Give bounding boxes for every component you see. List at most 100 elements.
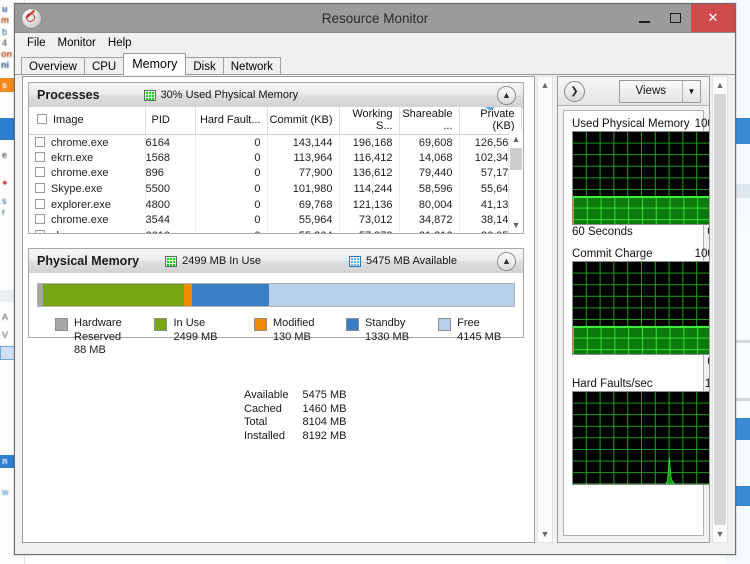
graphs-container: Used Physical Memory100% 60 Seconds 0% Comm… [563, 110, 709, 536]
bg-fragment: w [2, 487, 9, 497]
select-all-checkbox[interactable] [37, 114, 47, 124]
expand-panel-button[interactable]: ❯ [564, 80, 585, 102]
tab-cpu[interactable]: CPU [83, 57, 125, 75]
table-row[interactable]: chrome.exe 6164 0 143,144 196,168 69,608 126,5… [29, 134, 522, 151]
green-graph-icon [143, 89, 156, 101]
tab-network[interactable]: Network [222, 57, 281, 75]
graph-used-physical-memory: Used Physical Memory 100% 60 Seconds 0% [572, 117, 709, 239]
row-checkbox[interactable] [35, 229, 45, 233]
scroll-down-icon[interactable]: ▼ [509, 217, 523, 233]
close-button[interactable]: ✕ [691, 4, 735, 32]
graph-ymax-label: 100% [694, 118, 709, 130]
memory-stat-label: Installed [244, 429, 285, 442]
cell-working-set: 73,012 [339, 212, 400, 229]
cell-image: explorer.exe [29, 196, 146, 213]
minimize-button[interactable] [629, 4, 660, 32]
memory-usage-bar [37, 283, 515, 307]
cell-commit: 143,144 [267, 134, 340, 151]
scroll-thumb[interactable] [510, 148, 522, 170]
cell-hard-faults: 0 [195, 228, 268, 233]
column-header-image[interactable]: Image [29, 107, 146, 135]
cell-pid: 3544 [145, 212, 196, 229]
tab-overview[interactable]: Overview [21, 57, 85, 75]
memory-statistics: Available 5475 MB Cached 1460 MB Total 8104 M… [244, 389, 346, 443]
legend-swatch [154, 318, 168, 331]
bg-fragment: V [2, 330, 9, 340]
maximize-button[interactable] [660, 4, 691, 32]
scroll-up-icon[interactable]: ▲ [713, 77, 727, 93]
green-graph-icon [165, 255, 178, 267]
table-row[interactable]: chrome.exe6616055,36457,87221,81636,056 [29, 228, 522, 233]
graph-ymin-label: 0% [707, 225, 709, 239]
memory-in-use-status: 2499 MB In Use [165, 255, 261, 267]
menu-item-monitor[interactable]: Monitor [54, 35, 104, 51]
memory-in-use-text: 2499 MB In Use [182, 255, 262, 267]
legend-swatch [346, 318, 360, 331]
cell-hard-faults: 0 [195, 181, 268, 197]
scroll-down-icon[interactable]: ▼ [713, 526, 727, 542]
column-header-hard-faults[interactable]: Hard Fault... [195, 107, 268, 135]
cell-image: chrome.exe [29, 165, 146, 182]
graph-pane-scrollbar[interactable]: ▲ ▼ [712, 76, 728, 543]
chevron-down-icon[interactable]: ▼ [682, 80, 700, 102]
scroll-up-icon[interactable]: ▲ [509, 131, 523, 147]
memory-stat-value: 1460 MB [302, 402, 347, 415]
processes-memory-status: 30% Used Physical Memory [143, 89, 298, 101]
graph-title: Commit Charge [572, 248, 653, 260]
cell-commit: 113,964 [267, 150, 340, 166]
table-row[interactable]: explorer.exe 4800 0 69,768 121,136 80,004 41,1… [29, 196, 522, 213]
memory-stat-row: Available 5475 MB [244, 389, 346, 403]
processes-title: Processes [37, 88, 100, 102]
table-row[interactable]: chrome.exe 896 0 77,900 136,612 79,440 57,172 [29, 165, 522, 182]
resource-monitor-icon [21, 7, 42, 29]
row-checkbox[interactable] [35, 136, 45, 147]
bg-fragment: s [2, 196, 7, 206]
graph-area-fill [573, 326, 709, 354]
physical-memory-body: Hardware Reserved 88 MB In Use 2499 MB Modifi… [29, 273, 523, 442]
legend-item-hardware-reserved: Hardware Reserved 88 MB [55, 317, 154, 358]
tab-memory[interactable]: Memory [123, 53, 187, 75]
memory-segment-free [269, 284, 514, 306]
graph-top-labels: Commit Charge 100% [572, 247, 709, 261]
processes-table-wrapper: Image PID Hard Fault... Commit (KB) Work… [29, 107, 523, 233]
memory-stat-value: 5475 MB [302, 389, 347, 401]
row-checkbox[interactable] [35, 183, 45, 194]
title-bar: Resource Monitor ✕ [15, 4, 735, 33]
menu-item-help[interactable]: Help [104, 35, 140, 51]
table-row[interactable]: Skype.exe 5500 0 101,980 114,244 58,596 55,648 [29, 181, 522, 197]
scroll-down-icon[interactable]: ▼ [538, 526, 552, 542]
row-checkbox[interactable] [35, 167, 45, 178]
graph-plot-area [572, 391, 709, 485]
row-checkbox[interactable] [35, 151, 45, 162]
graph-hard-faults-sec: Hard Faults/sec 100 0 [572, 377, 709, 499]
table-row[interactable]: chrome.exe 3544 0 55,964 73,012 34,872 38,140 [29, 212, 522, 229]
memory-available-status: 5475 MB Available [349, 255, 457, 267]
legend-item-standby: Standby 1330 MB [346, 317, 438, 358]
column-header-commit[interactable]: Commit (KB) [267, 107, 340, 135]
bg-fragment: b [2, 27, 8, 37]
graph-ymin-label: 0% [707, 355, 709, 369]
memory-stat-value: 8104 MB [302, 416, 347, 428]
scroll-thumb[interactable] [714, 94, 726, 525]
row-checkbox[interactable] [35, 198, 45, 209]
column-header-working-set[interactable]: Working S... [339, 107, 400, 135]
graph-top-labels: Used Physical Memory 100% [572, 117, 709, 131]
column-header-shareable[interactable]: Shareable ... [399, 107, 460, 135]
processes-scrollbar[interactable]: ▲ ▼ [508, 131, 523, 233]
legend-item-free: Free 4145 MB [438, 317, 521, 358]
cell-pid: 6164 [145, 134, 196, 151]
column-header-pid[interactable]: PID [145, 107, 196, 135]
tab-disk[interactable]: Disk [185, 57, 224, 75]
physical-memory-collapse-button[interactable]: ▲ [497, 252, 516, 271]
views-button[interactable]: Views ▼ [618, 79, 701, 103]
menu-item-file[interactable]: File [23, 35, 54, 51]
left-pane-scrollbar[interactable]: ▲ ▼ [537, 76, 553, 543]
graph-xlabel: 60 Seconds [572, 226, 633, 238]
graph-area-fill [573, 196, 709, 224]
row-checkbox[interactable] [35, 214, 45, 225]
processes-collapse-button[interactable]: ▲ [497, 86, 516, 105]
table-row[interactable]: ekrn.exe 1568 0 113,964 116,412 14,068 102,344 [29, 150, 522, 166]
scroll-up-icon[interactable]: ▲ [538, 77, 552, 93]
cell-shareable: 34,872 [399, 212, 460, 229]
cell-pid: 896 [145, 165, 196, 182]
